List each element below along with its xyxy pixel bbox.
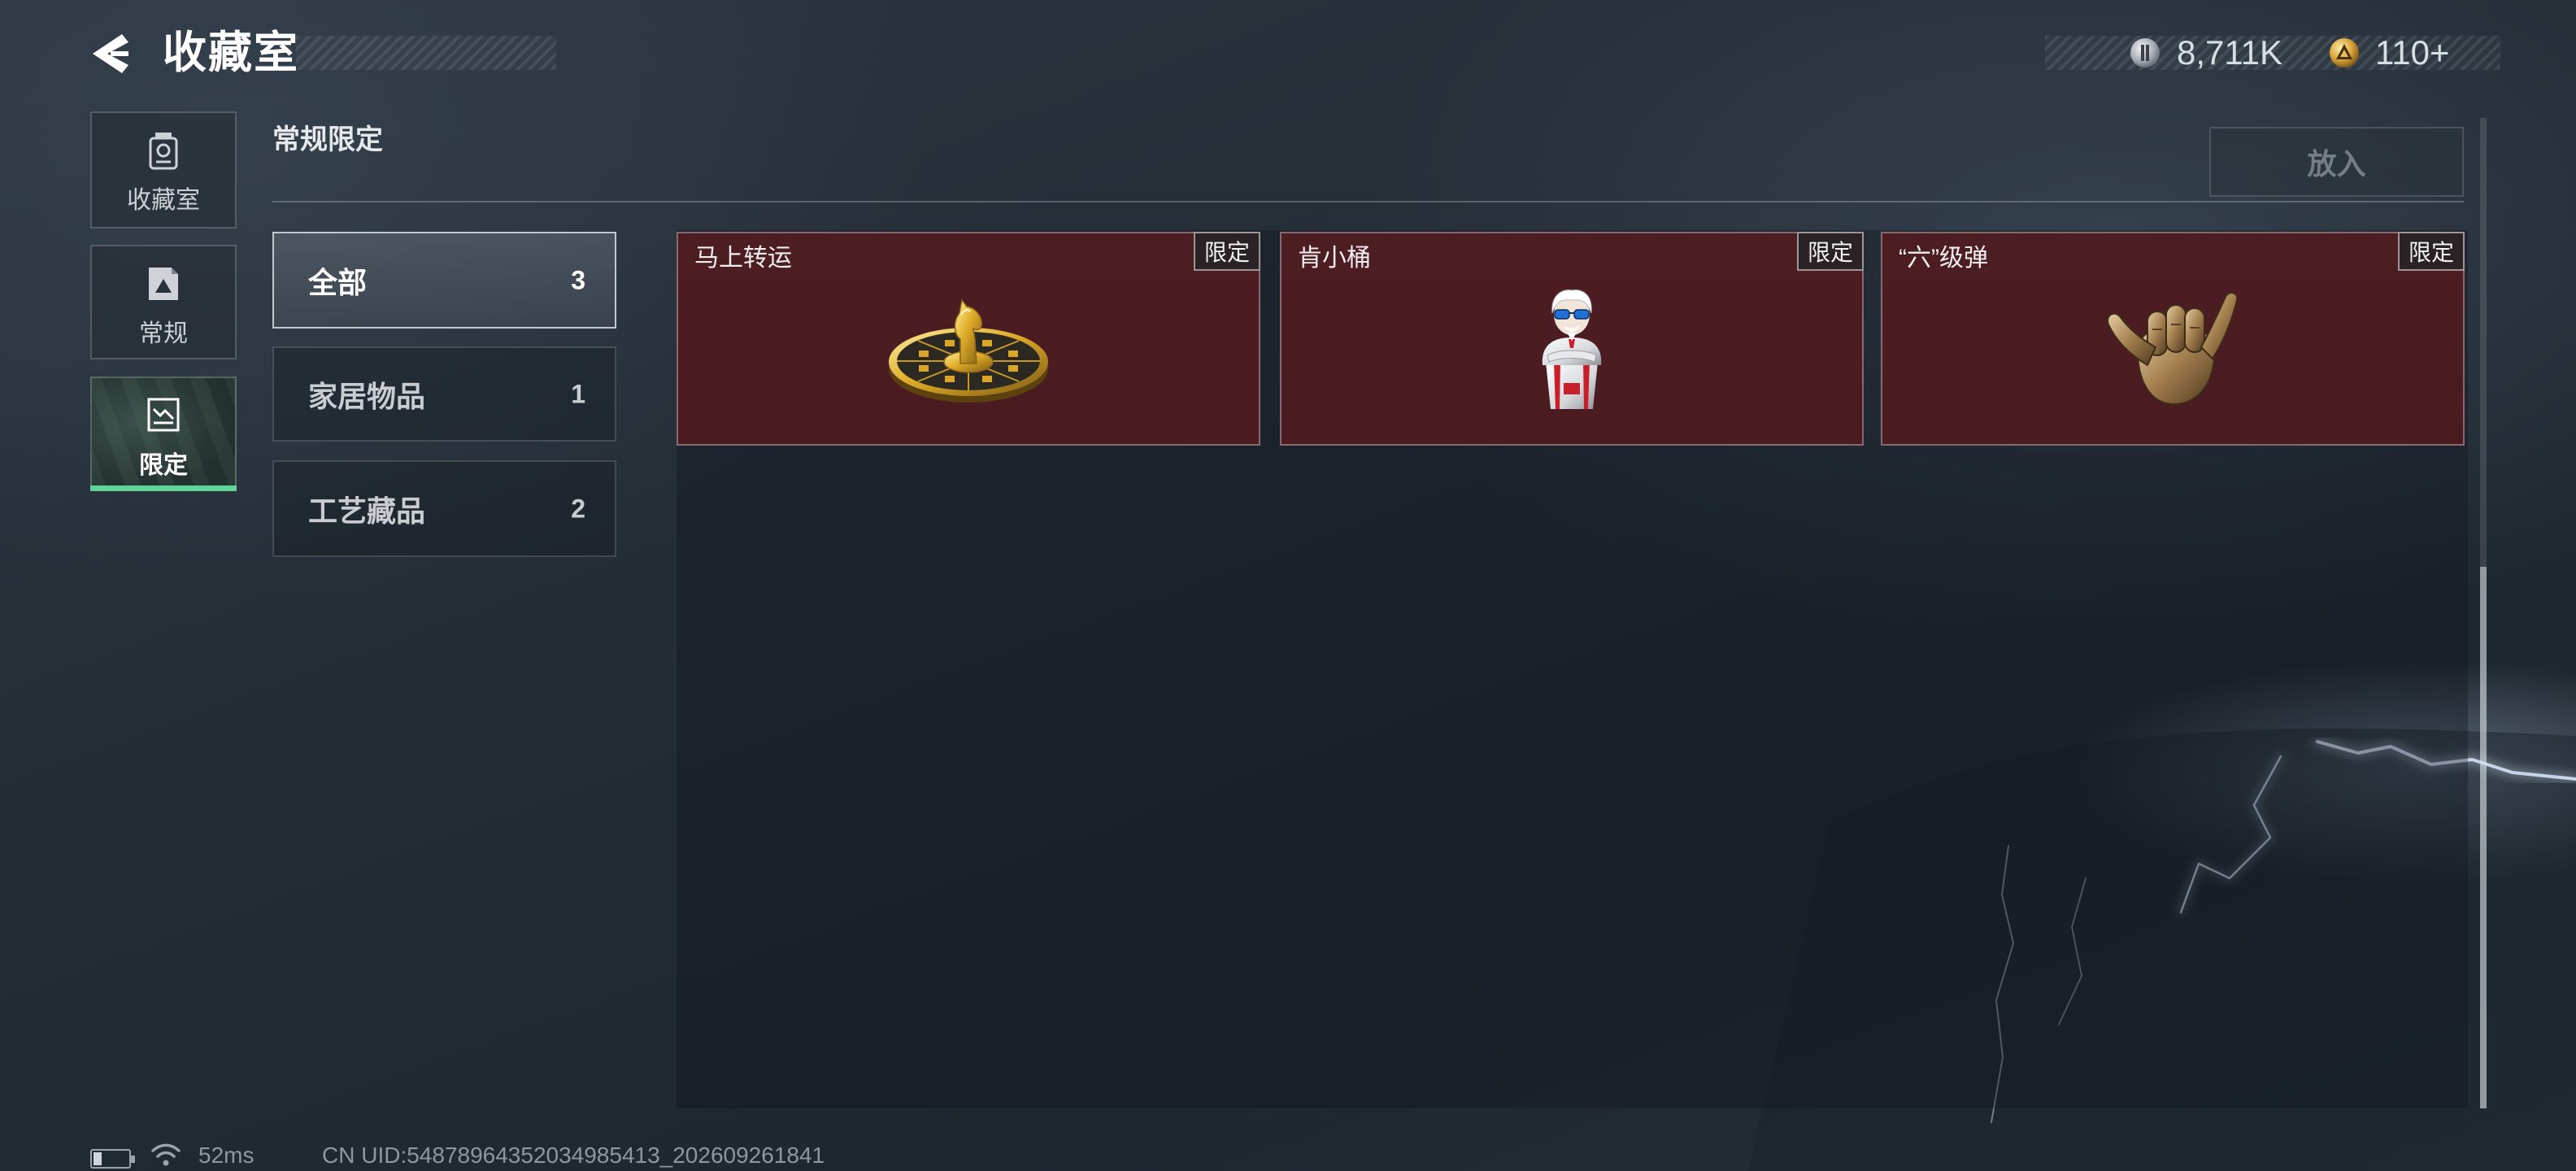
- gold-currency-amount: 110+: [2375, 33, 2450, 72]
- wifi-icon: [151, 1143, 181, 1166]
- section-title: 常规限定: [272, 124, 383, 155]
- collection-cabinet-icon: [149, 133, 178, 170]
- limited-tag: 限定: [2398, 232, 2465, 271]
- category-all[interactable]: 全部 3: [272, 232, 616, 329]
- sidebar-item-label: 收藏室: [127, 187, 200, 214]
- item-name: “六”级弹: [1899, 245, 1988, 272]
- category-home-items[interactable]: 家居物品 1: [272, 346, 616, 442]
- category-count: 3: [571, 265, 585, 294]
- gold-coin-icon: [2330, 38, 2359, 67]
- back-arrow-icon: [93, 34, 128, 73]
- sidebar-item-collection[interactable]: 收藏室: [90, 111, 237, 229]
- scrollbar-thumb[interactable]: [2480, 567, 2487, 1108]
- limited-tag: 限定: [1194, 232, 1260, 271]
- golden-horse-disc-image: [889, 298, 1048, 403]
- active-indicator: [90, 485, 237, 491]
- silver-currency-amount: 8,711K: [2177, 33, 2282, 72]
- item-card[interactable]: 马上转运 限定: [677, 232, 1260, 446]
- item-name: 马上转运: [694, 245, 792, 272]
- category-count: 2: [571, 494, 585, 523]
- category-count: 1: [571, 379, 585, 408]
- battery-icon: [90, 1149, 135, 1169]
- item-name: 肯小桶: [1298, 245, 1371, 272]
- category-label: 家居物品: [308, 379, 426, 413]
- page-title: 收藏室: [163, 28, 299, 77]
- category-crafts[interactable]: 工艺藏品 2: [272, 460, 616, 557]
- item-card[interactable]: 肯小桶 限定: [1280, 232, 1864, 446]
- category-label: 工艺藏品: [308, 494, 426, 528]
- picture-icon: [149, 268, 178, 300]
- title-stripe-decoration: [296, 36, 556, 70]
- item-card[interactable]: “六”级弹 限定: [1881, 232, 2465, 446]
- scrollbar[interactable]: [2480, 118, 2487, 1108]
- currency-bar: 8,711K 110+: [2045, 36, 2500, 70]
- sidebar-item-limited[interactable]: 限定: [90, 377, 237, 491]
- sidebar-item-label: 限定: [139, 452, 188, 479]
- category-label: 全部: [308, 265, 368, 299]
- colonel-bucket-figurine-image: [1542, 289, 1602, 409]
- user-uid: CN UID:54878964352034985413_202609261841: [322, 1143, 825, 1168]
- back-button[interactable]: [86, 31, 138, 76]
- gold-currency-chip[interactable]: 110+: [2325, 36, 2487, 70]
- section-divider: [272, 201, 2464, 202]
- battery-level-fill: [94, 1152, 102, 1165]
- sidebar-item-label: 常规: [139, 320, 188, 347]
- limited-tag: 限定: [1797, 232, 1864, 271]
- sidebar-item-regular[interactable]: 常规: [90, 245, 237, 359]
- limited-picture-icon: [147, 398, 180, 432]
- network-latency: 52ms: [198, 1143, 255, 1168]
- silver-coin-icon: [2130, 38, 2160, 67]
- shaka-hand-sculpture-image: [2107, 292, 2239, 406]
- battery-nub: [131, 1156, 135, 1163]
- put-in-button[interactable]: 放入: [2209, 127, 2464, 197]
